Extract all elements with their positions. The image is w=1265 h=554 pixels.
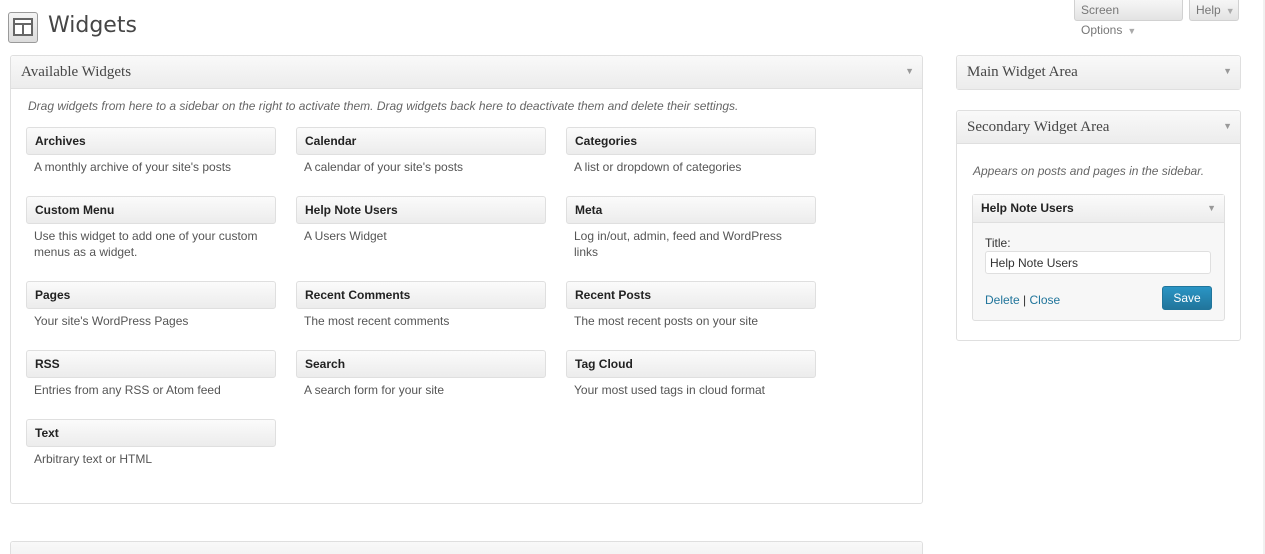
widget-title[interactable]: Custom Menu [26, 196, 276, 224]
widget-help-note-users[interactable]: Help Note Users A Users Widget [296, 196, 546, 244]
widget-description: Use this widget to add one of your custo… [34, 229, 258, 259]
widget-title[interactable]: Pages [26, 281, 276, 309]
page-title: Widgets [48, 13, 137, 38]
widget-description: The most recent comments [304, 314, 450, 328]
link-separator: | [1023, 293, 1027, 307]
secondary-widget-area-header[interactable]: Secondary Widget Area ▼ [957, 111, 1240, 144]
available-widgets-title: Available Widgets [21, 64, 132, 80]
triangle-down-icon[interactable]: ▼ [1223, 66, 1232, 76]
widget-archives[interactable]: Archives A monthly archive of your site'… [26, 127, 276, 175]
close-link[interactable]: Close [1030, 293, 1061, 307]
widget-description: A list or dropdown of categories [574, 160, 742, 174]
main-widget-area-header[interactable]: Main Widget Area ▼ [957, 56, 1240, 89]
inactive-widgets-header[interactable] [11, 542, 922, 554]
title-field-label: Title: [985, 236, 1011, 250]
open-widget-help-note-users: Help Note Users ▼ Title: Delete | Close … [972, 194, 1225, 321]
widget-search[interactable]: Search A search form for your site [296, 350, 546, 398]
triangle-down-icon[interactable]: ▼ [1207, 195, 1216, 222]
available-widgets-header[interactable]: Available Widgets ▼ [11, 56, 922, 89]
widget-categories[interactable]: Categories A list or dropdown of categor… [566, 127, 816, 175]
widget-recent-comments[interactable]: Recent Comments The most recent comments [296, 281, 546, 329]
secondary-area-description: Appears on posts and pages in the sideba… [973, 164, 1205, 178]
save-button[interactable]: Save [1162, 286, 1212, 310]
screen-options-button[interactable]: Screen Options ▼ [1074, 0, 1183, 37]
widget-description: A search form for your site [304, 383, 445, 397]
inactive-widgets-panel [10, 541, 923, 554]
widget-description: Entries from any RSS or Atom feed [34, 383, 221, 397]
chevron-down-icon: ▼ [1127, 26, 1137, 36]
widget-tag-cloud[interactable]: Tag Cloud Your most used tags in cloud f… [566, 350, 816, 398]
title-input[interactable] [985, 251, 1211, 274]
widget-meta[interactable]: Meta Log in/out, admin, feed and WordPre… [566, 196, 816, 260]
delete-link[interactable]: Delete [985, 293, 1020, 307]
screen-options-label: Screen Options [1081, 3, 1123, 37]
widget-title[interactable]: Help Note Users [296, 196, 546, 224]
widget-description: A calendar of your site's posts [304, 160, 464, 174]
widget-title[interactable]: RSS [26, 350, 276, 378]
widget-rss[interactable]: RSS Entries from any RSS or Atom feed [26, 350, 276, 398]
widget-pages[interactable]: Pages Your site's WordPress Pages [26, 281, 276, 329]
widget-description: Log in/out, admin, feed and WordPress li… [574, 229, 782, 259]
widget-title[interactable]: Categories [566, 127, 816, 155]
triangle-down-icon[interactable]: ▼ [905, 66, 914, 76]
widget-title[interactable]: Recent Comments [296, 281, 546, 309]
secondary-widget-area-title: Secondary Widget Area [967, 119, 1110, 135]
widget-title[interactable]: Recent Posts [566, 281, 816, 309]
widget-title[interactable]: Text [26, 419, 276, 447]
open-widget-header[interactable]: Help Note Users ▼ [973, 195, 1224, 223]
widget-description: A monthly archive of your site's posts [34, 160, 232, 174]
widget-title[interactable]: Calendar [296, 127, 546, 155]
widget-title[interactable]: Archives [26, 127, 276, 155]
widget-text[interactable]: Text Arbitrary text or HTML [26, 419, 276, 467]
widget-calendar[interactable]: Calendar A calendar of your site's posts [296, 127, 546, 175]
widget-description: The most recent posts on your site [574, 314, 759, 328]
help-label: Help [1196, 3, 1221, 17]
widget-title[interactable]: Meta [566, 196, 816, 224]
widget-title[interactable]: Search [296, 350, 546, 378]
triangle-down-icon[interactable]: ▼ [1223, 121, 1232, 131]
main-widget-area: Main Widget Area ▼ [956, 55, 1241, 90]
open-widget-title: Help Note Users [981, 201, 1074, 215]
widget-custom-menu[interactable]: Custom Menu Use this widget to add one o… [26, 196, 276, 260]
widget-description: Your site's WordPress Pages [34, 314, 189, 328]
widget-description: Arbitrary text or HTML [34, 452, 153, 466]
widget-description: Your most used tags in cloud format [574, 383, 765, 397]
available-widgets-panel: Available Widgets ▼ Drag widgets from he… [10, 55, 923, 504]
widget-recent-posts[interactable]: Recent Posts The most recent posts on yo… [566, 281, 816, 329]
available-widgets-description: Drag widgets from here to a sidebar on t… [28, 99, 739, 113]
widget-title[interactable]: Tag Cloud [566, 350, 816, 378]
chevron-down-icon: ▼ [1225, 6, 1235, 16]
main-widget-area-title: Main Widget Area [967, 64, 1078, 80]
secondary-widget-area: Secondary Widget Area ▼ Appears on posts… [956, 110, 1241, 341]
widgets-page-icon [8, 12, 38, 43]
widget-control-links: Delete | Close [985, 293, 1060, 307]
help-button[interactable]: Help ▼ [1189, 0, 1239, 21]
widget-description: A Users Widget [304, 229, 387, 243]
